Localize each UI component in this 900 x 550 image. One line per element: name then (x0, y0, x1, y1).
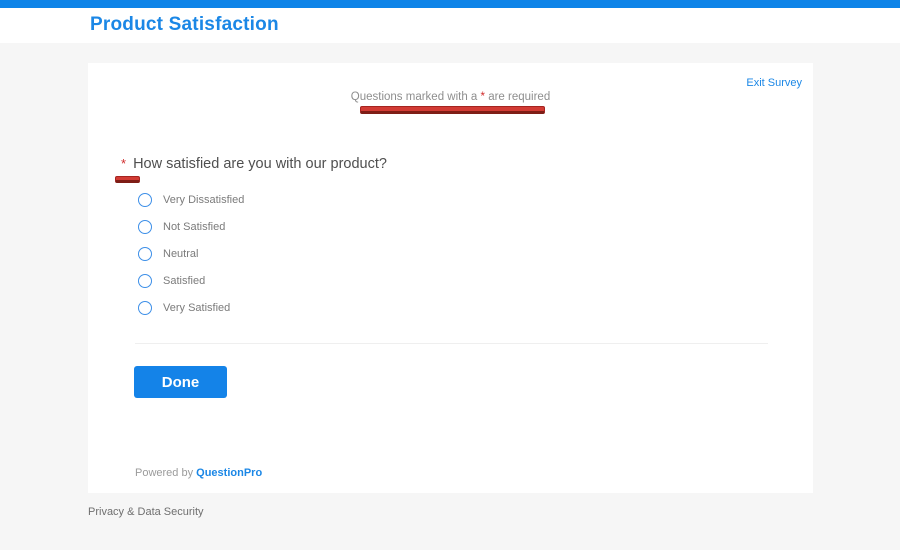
radio-button-icon[interactable] (138, 219, 152, 234)
option-label[interactable]: Not Satisfied (163, 221, 225, 233)
radio-button-icon[interactable] (138, 192, 152, 207)
exit-survey-link[interactable]: Exit Survey (746, 77, 802, 89)
question-required-asterisk: * (121, 156, 127, 171)
option-row-not-satisfied[interactable]: Not Satisfied (138, 213, 244, 240)
required-note-before: Questions marked with a (350, 91, 481, 103)
header: Product Satisfaction (0, 8, 900, 43)
question: * How satisfied are you with our product? (121, 156, 387, 172)
done-button[interactable]: Done (134, 366, 227, 398)
option-row-neutral[interactable]: Neutral (138, 240, 244, 267)
powered-by-prefix: Powered by (135, 467, 197, 479)
section-divider (135, 343, 768, 344)
survey-card: Exit Survey Questions marked with a * ar… (88, 63, 813, 493)
question-text: How satisfied are you with our product? (133, 156, 387, 172)
option-row-very-dissatisfied[interactable]: Very Dissatisfied (138, 186, 244, 213)
option-row-very-satisfied[interactable]: Very Satisfied (138, 294, 244, 321)
annotation-underline-question-star (115, 176, 140, 183)
answer-options: Very Dissatisfied Not Satisfied Neutral … (138, 186, 244, 321)
page: Product Satisfaction Exit Survey Questio… (0, 0, 900, 550)
required-note-after: are required (485, 91, 551, 103)
annotation-underline-required-note (360, 106, 545, 114)
option-label[interactable]: Neutral (163, 248, 198, 260)
option-row-satisfied[interactable]: Satisfied (138, 267, 244, 294)
option-label[interactable]: Very Dissatisfied (163, 194, 244, 206)
option-label[interactable]: Satisfied (163, 275, 205, 287)
radio-button-icon[interactable] (138, 246, 152, 261)
page-title: Product Satisfaction (90, 14, 279, 35)
powered-by: Powered by QuestionPro (135, 467, 262, 479)
top-accent-bar (0, 0, 900, 8)
radio-button-icon[interactable] (138, 273, 152, 288)
questionpro-link[interactable]: QuestionPro (196, 467, 262, 479)
option-label[interactable]: Very Satisfied (163, 302, 230, 314)
privacy-data-security-link[interactable]: Privacy & Data Security (88, 506, 204, 518)
radio-button-icon[interactable] (138, 300, 152, 315)
required-note: Questions marked with a * are required (88, 91, 813, 103)
